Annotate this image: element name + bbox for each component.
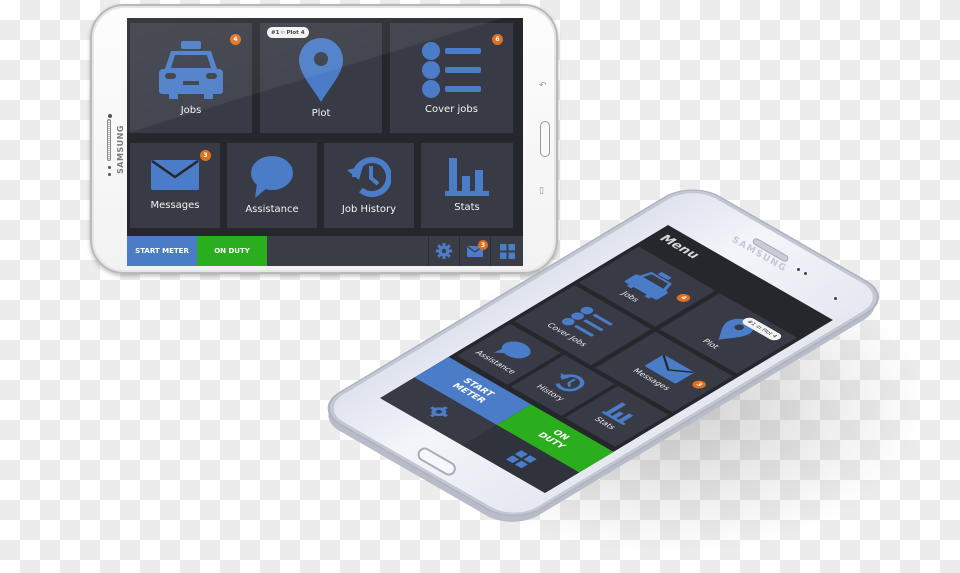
menu-key-icon[interactable]: ▯ xyxy=(539,186,544,196)
sensor-dot xyxy=(108,166,111,169)
plot-in: in xyxy=(280,29,286,36)
grid-icon xyxy=(505,449,537,469)
jobs-count-badge: 4 xyxy=(230,34,241,45)
messages-count-badge: 3 xyxy=(689,379,709,391)
tile-label: Cover jobs xyxy=(425,103,478,115)
map-pin-icon xyxy=(299,37,343,102)
plot-name: Plot 4 xyxy=(286,29,305,36)
history-clock-icon xyxy=(347,157,391,197)
speaker-grille xyxy=(107,119,111,161)
tile-assistance[interactable]: Assistance xyxy=(227,143,317,228)
on-duty-label: ON DUTY xyxy=(534,428,572,451)
envelope-icon xyxy=(151,160,199,190)
on-duty-button[interactable]: ON DUTY xyxy=(197,236,267,266)
front-camera-icon xyxy=(834,297,837,300)
start-meter-button[interactable]: START METER xyxy=(127,236,197,266)
sensor-dot xyxy=(804,272,807,275)
list-icon xyxy=(421,41,481,98)
cover-jobs-count-badge: 6 xyxy=(492,34,503,45)
camera-icon xyxy=(108,114,112,118)
tile-label: Jobs xyxy=(180,104,202,116)
tile-messages[interactable]: Messages 3 xyxy=(130,143,220,228)
tile-stats[interactable]: Stats xyxy=(421,143,513,228)
tile-job-history[interactable]: Job History xyxy=(324,143,414,228)
back-key-icon[interactable]: ↶ xyxy=(539,81,547,91)
tile-label: Assistance xyxy=(245,204,299,215)
messages-count-badge: 3 xyxy=(200,150,211,161)
taxi-icon xyxy=(159,40,223,99)
gear-icon xyxy=(429,406,448,417)
tile-jobs[interactable]: Jobs 4 xyxy=(130,23,252,133)
tile-label: Job History xyxy=(341,204,397,215)
tile-cover-jobs[interactable]: Cover jobs 6 xyxy=(390,23,513,133)
home-button[interactable] xyxy=(540,121,550,157)
tile-label: Stats xyxy=(454,202,480,213)
tile-label: Messages xyxy=(150,200,200,211)
jobs-count-badge: 4 xyxy=(673,292,693,304)
tile-plot[interactable]: Plot #1 in Plot 4 xyxy=(260,23,382,133)
plot-rank: #1 xyxy=(271,29,280,36)
sensor-dot xyxy=(797,268,800,271)
sensor-dot xyxy=(108,173,111,176)
bar-chart-icon xyxy=(445,158,489,196)
plot-rank-pill: #1 in Plot 4 xyxy=(267,27,309,38)
speech-bubble-icon xyxy=(251,156,293,198)
tile-label: Plot xyxy=(311,107,331,119)
